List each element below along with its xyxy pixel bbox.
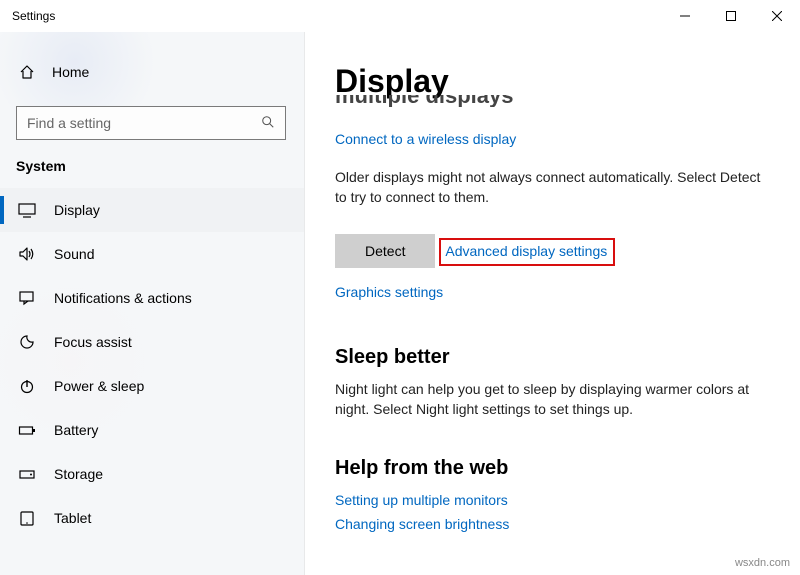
watermark: wsxdn.com [735, 557, 790, 569]
minimize-icon [680, 11, 690, 21]
sidebar-item-label: Storage [54, 466, 103, 482]
minimize-button[interactable] [662, 0, 708, 32]
advanced-display-settings-link[interactable]: Advanced display settings [445, 243, 607, 259]
help-link-multiple-monitors[interactable]: Setting up multiple monitors [335, 492, 768, 508]
tablet-icon [18, 510, 36, 526]
sidebar-item-power-sleep[interactable]: Power & sleep [0, 364, 304, 408]
sound-icon [18, 246, 36, 262]
sidebar-navlist: Display Sound Notifications & actions Fo… [0, 188, 304, 540]
sidebar-home[interactable]: Home [0, 52, 304, 92]
sidebar-item-sound[interactable]: Sound [0, 232, 304, 276]
sidebar-item-label: Focus assist [54, 334, 132, 350]
graphics-settings-link[interactable]: Graphics settings [335, 284, 443, 300]
power-icon [18, 378, 36, 394]
focus-assist-icon [18, 334, 36, 350]
window-title: Settings [12, 9, 55, 23]
close-button[interactable] [754, 0, 800, 32]
connect-wireless-display-link[interactable]: Connect to a wireless display [335, 131, 516, 147]
sidebar-item-label: Tablet [54, 510, 91, 526]
sidebar-home-label: Home [52, 64, 89, 80]
detect-description: Older displays might not always connect … [335, 167, 768, 208]
titlebar: Settings [0, 0, 800, 32]
sidebar-section-header: System [0, 140, 304, 188]
advanced-display-highlight: Advanced display settings [439, 238, 615, 266]
sidebar: Home Find a setting System Display Sound [0, 32, 305, 575]
notifications-icon [18, 290, 36, 306]
display-icon [18, 202, 36, 218]
sleep-better-description: Night light can help you get to sleep by… [335, 379, 768, 420]
search-input[interactable]: Find a setting [16, 106, 286, 140]
partial-subheading: multiple displays [335, 95, 768, 107]
sleep-better-heading: Sleep better [335, 346, 768, 369]
sidebar-item-label: Battery [54, 422, 98, 438]
storage-icon [18, 466, 36, 482]
help-link-screen-brightness[interactable]: Changing screen brightness [335, 516, 768, 532]
maximize-icon [726, 11, 736, 21]
content-pane: Display multiple displays Connect to a w… [305, 32, 800, 575]
detect-button[interactable]: Detect [335, 234, 435, 268]
page-title: Display [335, 64, 768, 99]
search-placeholder: Find a setting [27, 115, 111, 131]
search-icon [261, 115, 275, 132]
sidebar-item-label: Notifications & actions [54, 290, 192, 306]
sidebar-item-battery[interactable]: Battery [0, 408, 304, 452]
sidebar-item-display[interactable]: Display [0, 188, 304, 232]
battery-icon [18, 422, 36, 438]
sidebar-item-focus-assist[interactable]: Focus assist [0, 320, 304, 364]
sidebar-item-storage[interactable]: Storage [0, 452, 304, 496]
home-icon [18, 64, 36, 80]
help-from-web-heading: Help from the web [335, 457, 768, 480]
sidebar-item-notifications[interactable]: Notifications & actions [0, 276, 304, 320]
sidebar-item-tablet[interactable]: Tablet [0, 496, 304, 540]
maximize-button[interactable] [708, 0, 754, 32]
close-icon [772, 11, 782, 21]
sidebar-item-label: Display [54, 202, 100, 218]
sidebar-item-label: Sound [54, 246, 94, 262]
sidebar-item-label: Power & sleep [54, 378, 144, 394]
